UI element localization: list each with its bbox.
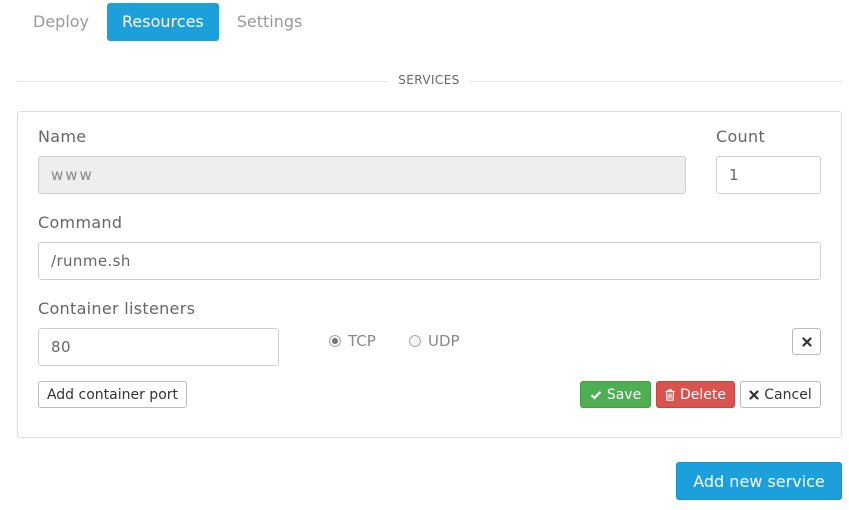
tab-bar: Deploy Resources Settings <box>18 3 320 41</box>
delete-button[interactable]: Delete <box>656 381 735 408</box>
check-icon <box>590 390 602 400</box>
trash-icon <box>665 388 675 401</box>
count-label: Count <box>716 127 766 146</box>
cancel-label: Cancel <box>764 386 812 403</box>
radio-checked-icon <box>329 335 341 347</box>
section-title: SERVICES <box>388 73 470 87</box>
tab-resources[interactable]: Resources <box>107 3 219 41</box>
command-label: Command <box>38 213 123 232</box>
cancel-button[interactable]: Cancel <box>740 381 821 408</box>
delete-label: Delete <box>680 386 726 403</box>
service-panel: Name Count Command Container listeners T… <box>17 111 842 438</box>
add-container-port-button[interactable]: Add container port <box>38 381 187 408</box>
protocol-udp-radio[interactable]: UDP <box>409 332 460 350</box>
protocol-tcp-label: TCP <box>348 332 376 350</box>
tab-settings[interactable]: Settings <box>222 3 318 41</box>
close-icon <box>801 336 812 347</box>
add-new-service-button[interactable]: Add new service <box>676 462 842 500</box>
name-input[interactable] <box>38 156 686 194</box>
save-button[interactable]: Save <box>580 381 651 408</box>
port-input[interactable] <box>38 328 279 366</box>
protocol-udp-label: UDP <box>428 332 460 350</box>
save-label: Save <box>606 386 642 403</box>
name-label: Name <box>38 127 87 146</box>
command-input[interactable] <box>38 242 821 280</box>
tab-deploy[interactable]: Deploy <box>18 3 104 41</box>
radio-unchecked-icon <box>409 335 421 347</box>
x-icon <box>749 389 759 400</box>
remove-listener-button[interactable] <box>792 328 821 355</box>
listeners-label: Container listeners <box>38 299 196 318</box>
count-input[interactable] <box>716 156 821 194</box>
protocol-tcp-radio[interactable]: TCP <box>329 332 376 350</box>
